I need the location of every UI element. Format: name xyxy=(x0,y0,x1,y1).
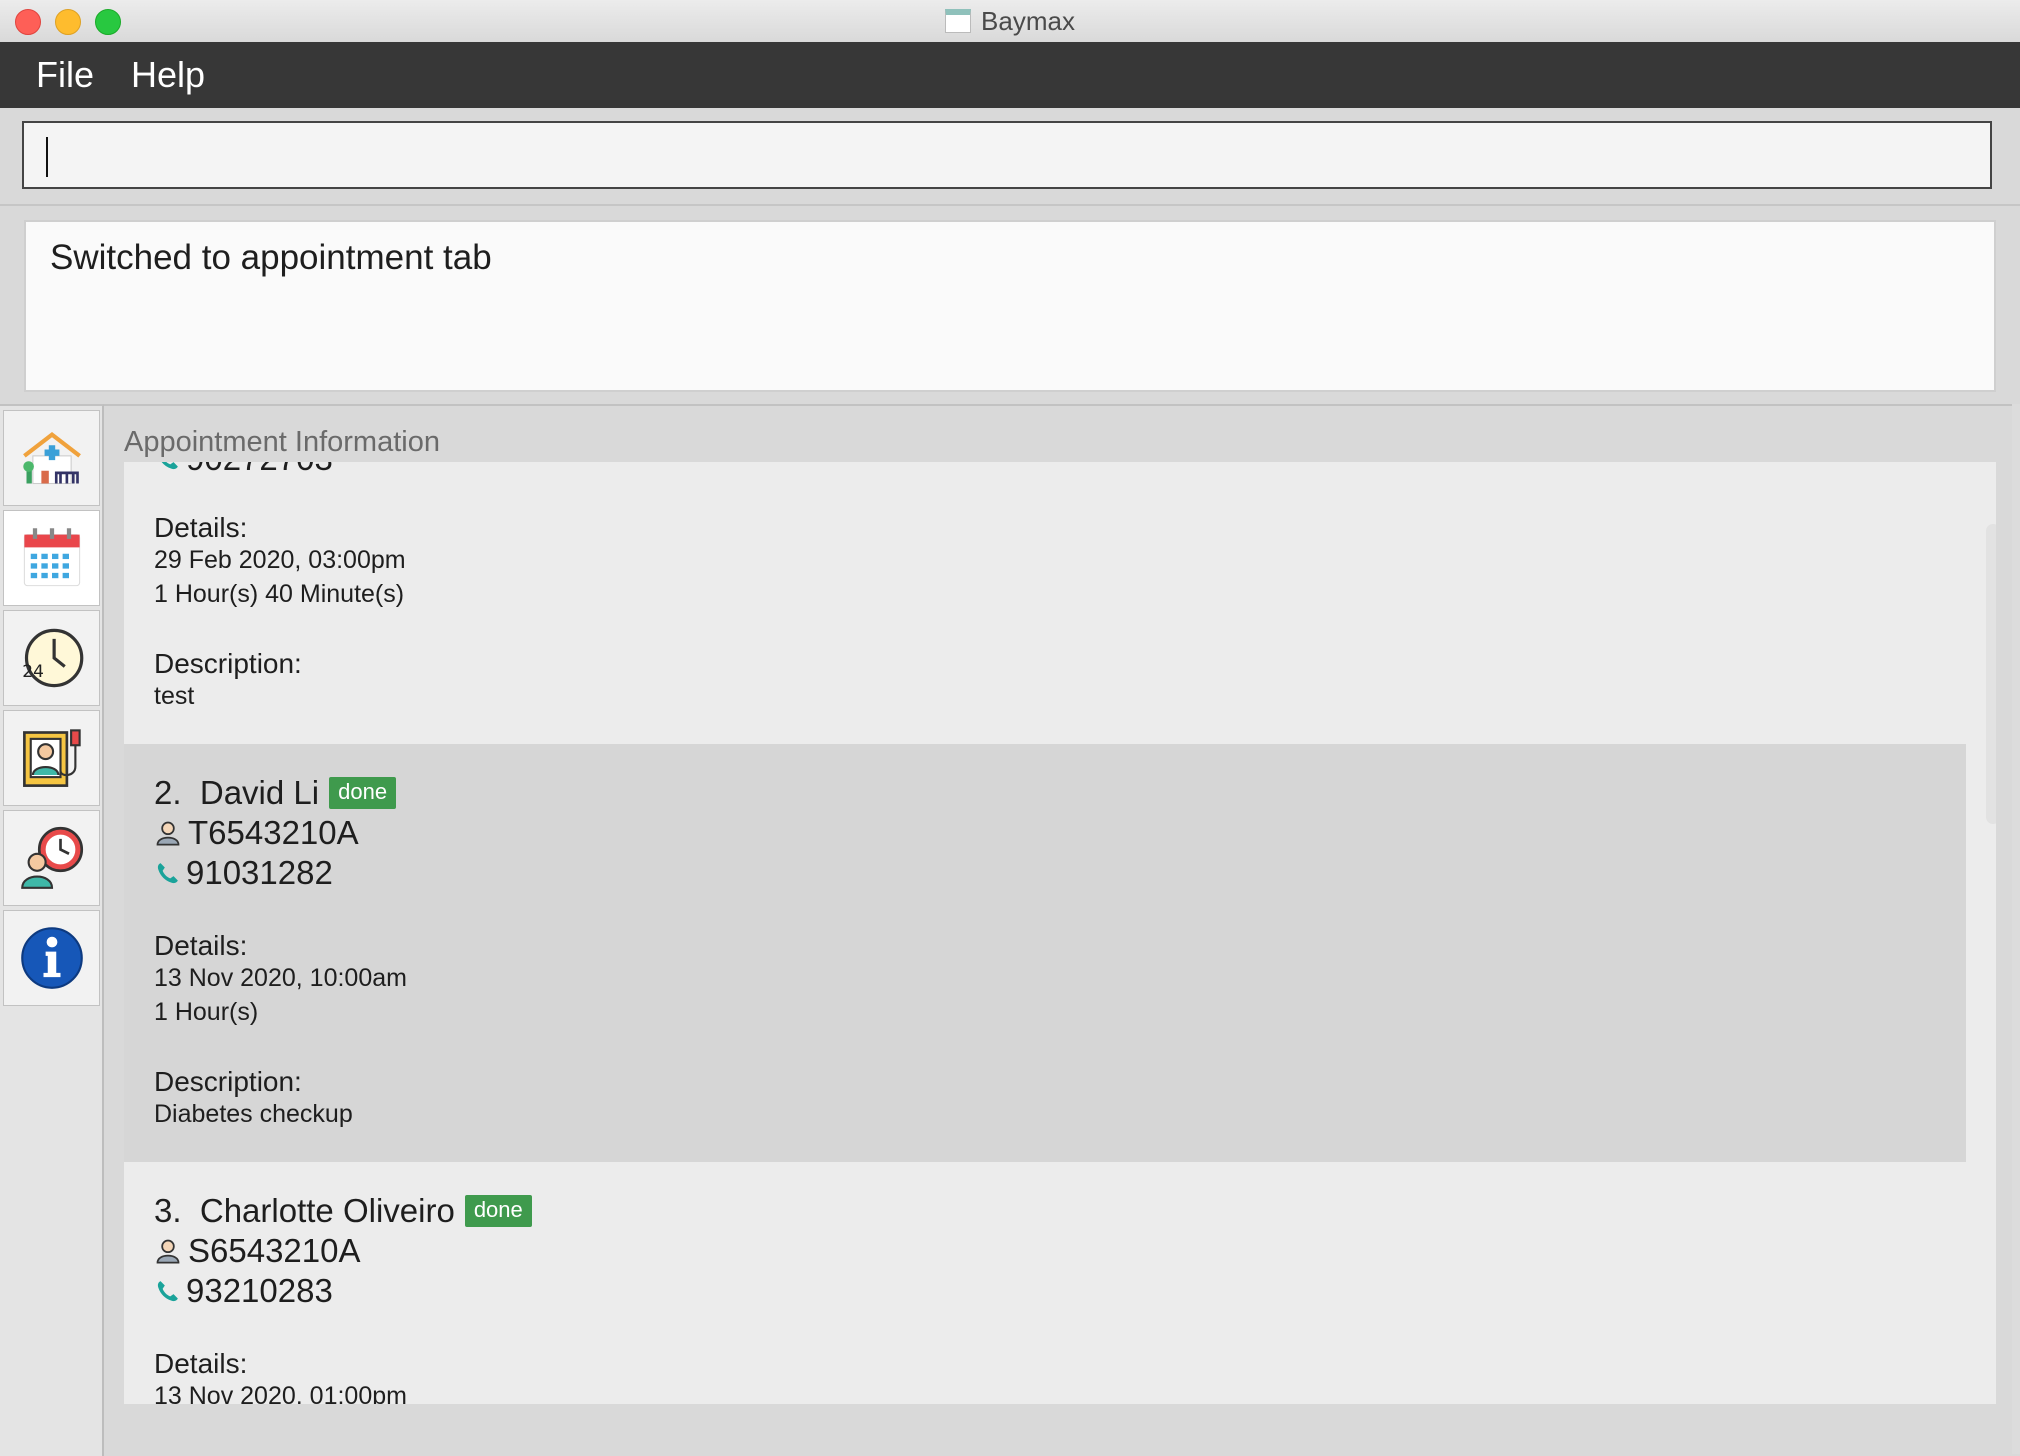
details-label: Details: xyxy=(154,1348,248,1379)
appointment-description: Diabetes checkup xyxy=(154,1100,353,1128)
menu-bar: File Help xyxy=(0,42,2020,108)
description-label: Description: xyxy=(154,1066,302,1097)
status-badge: done xyxy=(329,777,397,809)
phone-icon xyxy=(157,863,178,884)
appointment-panel: Appointment Information 90272703 Details… xyxy=(104,404,2020,1456)
patient-chart-icon xyxy=(22,729,81,787)
details-label: Details: xyxy=(154,930,248,961)
calendar-icon xyxy=(23,528,80,587)
menu-help[interactable]: Help xyxy=(131,54,205,96)
description-label: Description: xyxy=(154,648,302,679)
phone-icon xyxy=(161,462,178,470)
person-icon xyxy=(156,1239,180,1264)
patient-name: Charlotte Oliveiro xyxy=(199,1192,455,1229)
command-area xyxy=(0,108,2020,204)
appointment-card[interactable]: 2. David Li done T6543210A 91031282 Detai… xyxy=(124,744,1966,1162)
tab-calendar[interactable] xyxy=(3,510,100,606)
patient-name: David Li xyxy=(199,774,320,811)
info-icon xyxy=(20,927,83,989)
appointment-title: 3. Charlotte Oliveiro done xyxy=(154,1192,532,1230)
details-label: Details: xyxy=(154,512,248,543)
patient-nric: T6543210A xyxy=(188,814,359,851)
clock-24h-icon: 24 xyxy=(22,628,83,688)
tab-patients[interactable] xyxy=(3,710,100,806)
appointment-list[interactable]: 90272703 Details: 29 Feb 2020, 03:00pm 1… xyxy=(124,462,1996,1404)
svg-text:24: 24 xyxy=(22,662,44,682)
list-scrollbar[interactable] xyxy=(1986,524,1996,824)
phone-row: 90272703 xyxy=(154,462,333,478)
tab-appointments[interactable] xyxy=(3,810,100,906)
phone-number: 91031282 xyxy=(186,854,333,891)
sidebar: 24 xyxy=(0,404,104,1456)
status-badge: done xyxy=(464,1195,532,1227)
window-title-text: Baymax xyxy=(981,6,1075,36)
window-title: Baymax xyxy=(0,6,2020,37)
appointment-index: 2. xyxy=(154,774,182,811)
appointment-description: test xyxy=(154,682,195,710)
menu-file[interactable]: File xyxy=(36,54,94,96)
result-display: Switched to appointment tab xyxy=(24,220,1996,392)
nric-row: T6543210A xyxy=(154,814,359,852)
tab-hospital[interactable] xyxy=(3,410,100,506)
hospital-icon xyxy=(22,431,81,485)
tab-schedule[interactable]: 24 xyxy=(3,610,100,706)
phone-row: 91031282 xyxy=(154,854,333,892)
appointment-title: 2. David Li done xyxy=(154,774,397,812)
appointment-datetime: 29 Feb 2020, 03:00pm xyxy=(154,546,406,574)
app-icon xyxy=(945,9,972,33)
command-input[interactable] xyxy=(22,121,1992,189)
phone-row: 93210283 xyxy=(154,1272,333,1310)
window-edge xyxy=(2012,404,2020,1454)
appointment-datetime: 13 Nov 2020, 01:00pm xyxy=(154,1382,407,1404)
appointment-clock-icon xyxy=(20,826,83,889)
appointment-duration: 1 Hour(s) xyxy=(154,998,259,1026)
title-bar: Baymax xyxy=(0,0,2020,43)
nric-row: S6543210A xyxy=(154,1232,361,1270)
appointment-datetime: 13 Nov 2020, 10:00am xyxy=(154,964,407,992)
result-area: Switched to appointment tab xyxy=(0,204,2020,406)
appointment-card[interactable]: 3. Charlotte Oliveiro done S6543210A 9321… xyxy=(124,1162,1966,1404)
appointment-duration: 1 Hour(s) 40 Minute(s) xyxy=(154,580,405,608)
person-icon xyxy=(156,821,180,846)
tab-info[interactable] xyxy=(3,910,100,1006)
appointment-index: 3. xyxy=(154,1192,182,1229)
result-message: Switched to appointment tab xyxy=(50,238,492,277)
panel-title: Appointment Information xyxy=(124,426,440,458)
patient-nric: S6543210A xyxy=(188,1232,361,1269)
text-caret xyxy=(46,137,48,177)
phone-icon xyxy=(157,1281,178,1302)
phone-number: 93210283 xyxy=(186,1272,333,1309)
phone-number: 90272703 xyxy=(186,462,333,477)
appointment-card[interactable]: 90272703 Details: 29 Feb 2020, 03:00pm 1… xyxy=(124,462,1966,744)
